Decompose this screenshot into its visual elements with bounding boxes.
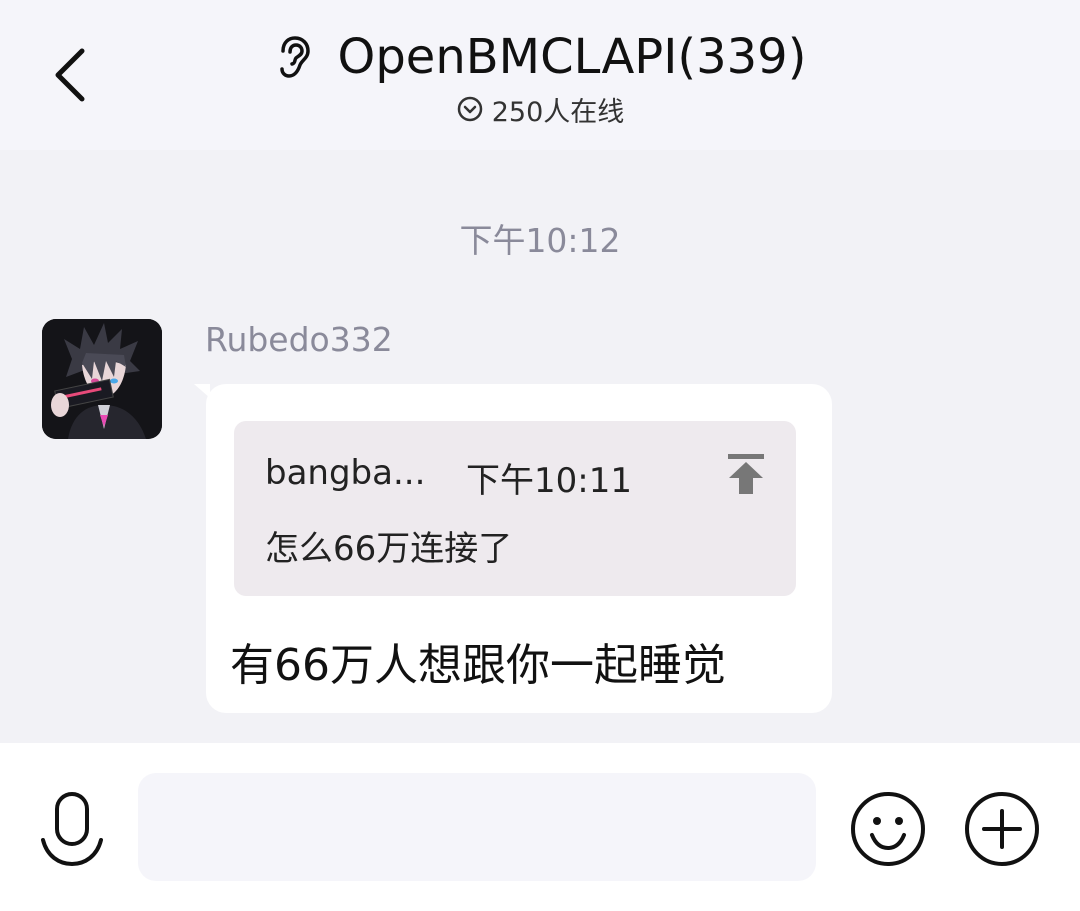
message-text: 有66万人想跟你一起睡觉 <box>230 640 726 691</box>
avatar-image <box>42 319 162 439</box>
message-bubble[interactable]: bangba... 下午10:11 怎么66万连接了 有66万人想跟你一起睡觉 <box>206 384 832 713</box>
chat-app: OpenBMCLAPI(339) 250人在线 下午10:12 Rubedo33… <box>0 0 1080 911</box>
emoji-icon <box>851 792 925 866</box>
emoji-button[interactable] <box>850 791 926 867</box>
microphone-icon <box>41 792 103 867</box>
quoted-message[interactable]: bangba... 下午10:11 怎么66万连接了 <box>234 421 796 596</box>
quote-time: 下午10:11 <box>466 461 632 501</box>
message-timestamp: 下午10:12 <box>459 221 621 260</box>
more-button[interactable] <box>964 791 1040 867</box>
message-input[interactable] <box>138 773 816 881</box>
chevron-down-circle-icon <box>456 95 484 123</box>
jump-to-quote-button[interactable] <box>724 451 768 497</box>
input-bar <box>0 743 1080 911</box>
online-count-text: 250人在线 <box>491 96 625 128</box>
message-list[interactable]: 下午10:12 Rubedo332 bangba... 下午10:11 怎么66… <box>0 150 1080 743</box>
sender-name[interactable]: Rubedo332 <box>205 320 393 359</box>
ear-icon <box>274 35 314 79</box>
online-status[interactable]: 250人在线 <box>0 90 1080 128</box>
chat-title: OpenBMCLAPI(339) <box>337 29 807 85</box>
plus-circle-icon <box>965 792 1039 866</box>
quote-author: bangba... <box>265 453 426 493</box>
chat-header: OpenBMCLAPI(339) 250人在线 <box>0 0 1080 150</box>
jump-to-top-icon <box>728 454 764 494</box>
voice-button[interactable] <box>36 787 108 871</box>
avatar[interactable] <box>42 319 162 439</box>
quote-text: 怎么66万连接了 <box>265 529 513 569</box>
title-row[interactable]: OpenBMCLAPI(339) <box>0 26 1080 88</box>
